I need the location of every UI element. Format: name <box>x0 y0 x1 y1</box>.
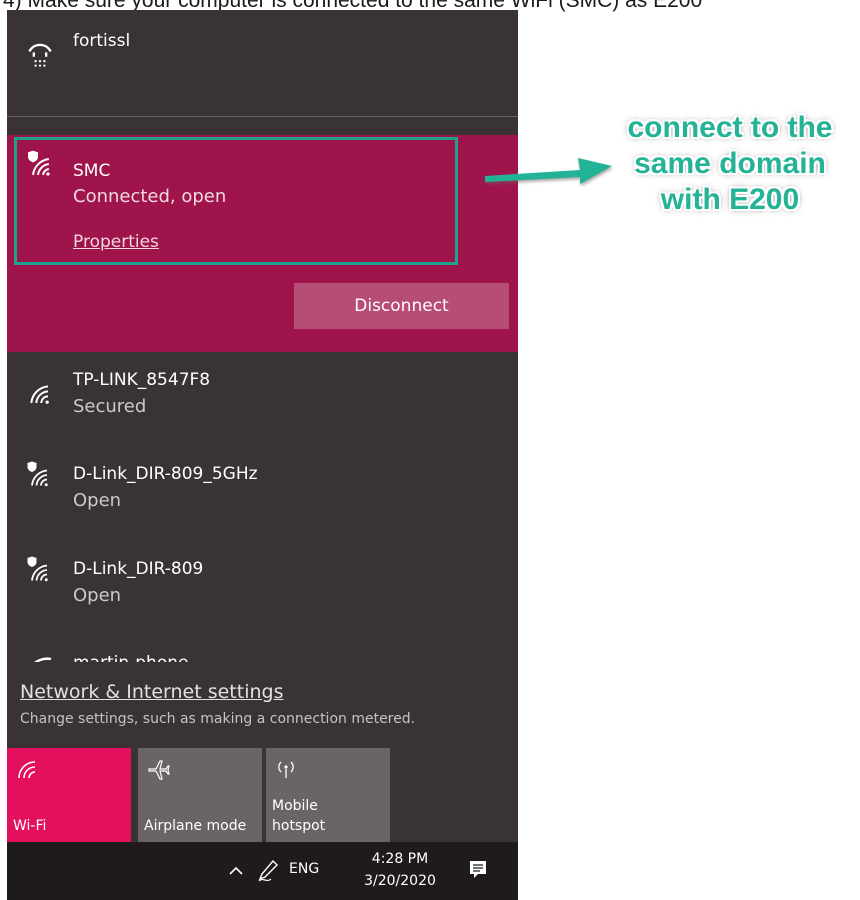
dialup-icon <box>28 43 52 67</box>
pen-icon[interactable] <box>257 859 279 883</box>
network-status: Open <box>73 585 122 606</box>
tile-label-line2: hotspot <box>272 818 326 834</box>
network-settings-link[interactable]: Network & Internet settings <box>20 681 283 703</box>
disconnect-button[interactable]: Disconnect <box>294 283 509 329</box>
notification-icon[interactable] <box>469 860 487 880</box>
network-flyout: fortissl SMC Connected, open Properties … <box>7 10 518 900</box>
clock[interactable]: 4:28 PM 3/20/2020 <box>355 848 445 892</box>
network-ssid: TP-LINK_8547F8 <box>73 370 211 390</box>
mobile-hotspot-tile[interactable]: Mobile hotspot <box>266 748 390 842</box>
tile-label: Wi-Fi <box>13 818 47 834</box>
annotation-line1: connect to the <box>627 111 833 144</box>
network-item-connected[interactable]: SMC Connected, open Properties Disconnec… <box>7 135 518 352</box>
network-item-dlink-5ghz[interactable]: D-Link_DIR-809_5GHz Open <box>7 456 518 546</box>
annotation-line3: with E200 <box>660 183 800 216</box>
annotation-line2: same domain <box>634 147 826 180</box>
network-item-fortissl[interactable]: fortissl <box>7 28 518 98</box>
chevron-up-icon[interactable] <box>228 866 244 876</box>
airplane-mode-tile[interactable]: Airplane mode <box>138 748 262 842</box>
wifi-shield-icon <box>27 461 48 487</box>
connected-ssid: SMC <box>73 161 111 181</box>
annotation-arrow <box>485 158 612 184</box>
wifi-tile[interactable]: Wi-Fi <box>7 748 131 842</box>
tile-label: Mobile hotspot <box>272 796 325 836</box>
tile-label-line1: Mobile <box>272 798 318 814</box>
hotspot-icon <box>278 761 294 778</box>
wifi-shield-icon <box>28 150 50 176</box>
properties-link[interactable]: Properties <box>73 232 159 252</box>
wifi-icon <box>30 385 49 404</box>
clock-time: 4:28 PM <box>371 851 429 867</box>
network-ssid: martin-phone <box>73 653 188 662</box>
network-status: Open <box>73 490 122 511</box>
tile-label: Airplane mode <box>144 818 247 834</box>
taskbar: ENG 4:28 PM 3/20/2020 <box>7 842 518 900</box>
network-item-tp-link[interactable]: TP-LINK_8547F8 Secured <box>7 362 518 452</box>
wifi-icon <box>34 657 52 662</box>
network-item-partial[interactable]: martin-phone <box>7 642 518 662</box>
network-settings-description: Change settings, such as making a connec… <box>20 711 416 727</box>
network-item-dlink[interactable]: D-Link_DIR-809 Open <box>7 551 518 641</box>
network-ssid: fortissl <box>73 31 131 51</box>
language-indicator[interactable]: ENG <box>289 861 319 877</box>
divider <box>7 116 518 117</box>
wifi-shield-icon <box>27 556 48 582</box>
clock-date: 3/20/2020 <box>364 873 436 889</box>
airplane-icon <box>148 760 170 780</box>
annotation-text: connect to the same domain with E200 <box>600 110 860 218</box>
wifi-icon <box>18 761 36 779</box>
connected-status: Connected, open <box>73 186 227 207</box>
network-ssid: D-Link_DIR-809 <box>73 559 204 579</box>
network-ssid: D-Link_DIR-809_5GHz <box>73 464 258 484</box>
network-status: Secured <box>73 396 147 417</box>
